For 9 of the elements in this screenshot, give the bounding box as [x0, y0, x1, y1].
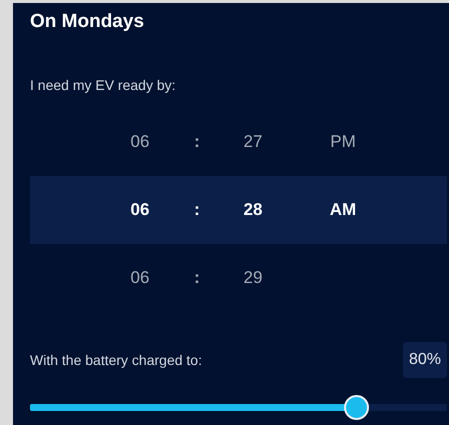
time-picker-row[interactable]: 06 : 27 PM	[30, 108, 447, 176]
battery-label: With the battery charged to:	[30, 351, 202, 370]
time-picker-row[interactable]: 06 : 29	[30, 244, 447, 312]
slider-thumb[interactable]	[344, 395, 370, 420]
time-label: I need my EV ready by:	[30, 76, 177, 95]
charge-reading: 80%	[402, 342, 447, 378]
slider-track[interactable]	[30, 404, 447, 411]
heading: On Mondays	[30, 10, 146, 34]
time-picker-row[interactable]: 06 : 28 AM	[30, 176, 447, 244]
